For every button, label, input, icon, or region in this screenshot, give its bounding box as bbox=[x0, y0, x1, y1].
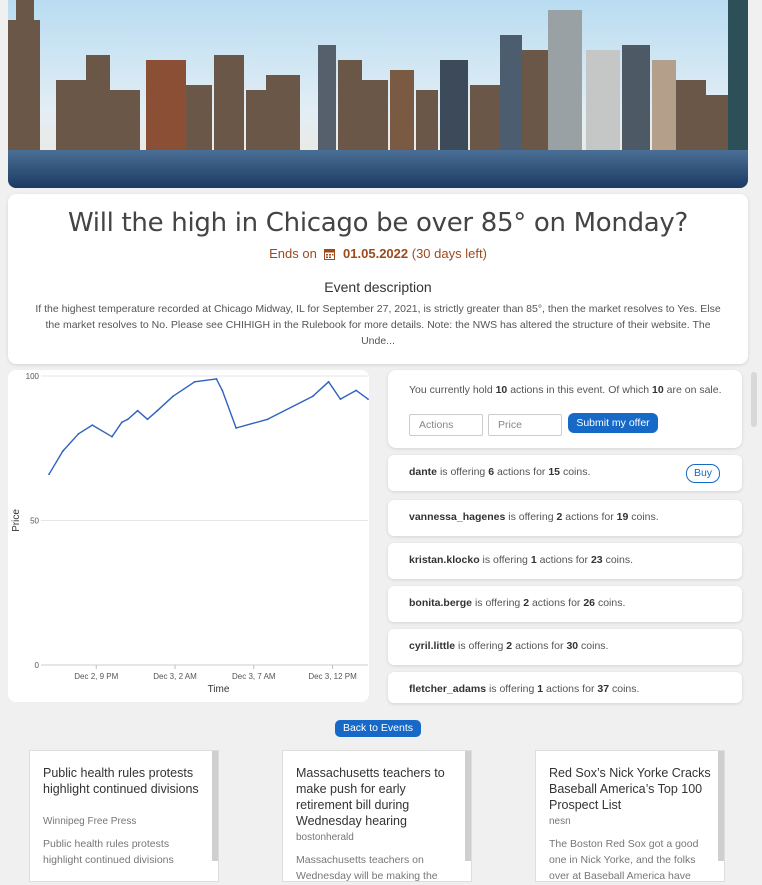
chart-data-point bbox=[367, 398, 369, 401]
news-title[interactable]: Public health rules protests highlight c… bbox=[43, 765, 208, 797]
chart-data-point bbox=[172, 395, 174, 398]
buy-button[interactable]: Buy bbox=[686, 464, 720, 483]
offer-text: bonita.berge is offering 2 actions for 2… bbox=[409, 597, 626, 609]
news-snippet: The Boston Red Sox got a good one in Nic… bbox=[549, 838, 699, 882]
offer-row: bonita.berge is offering 2 actions for 2… bbox=[388, 586, 742, 622]
holding-card: You currently hold 10 actions in this ev… bbox=[388, 370, 742, 448]
news-source: Winnipeg Free Press bbox=[43, 816, 137, 827]
chart-data-point bbox=[235, 427, 237, 429]
chart-data-point bbox=[355, 389, 358, 392]
offer-row: dante is offering 6 actions for 15 coins… bbox=[388, 455, 742, 491]
event-title: Will the high in Chicago be over 85° on … bbox=[67, 208, 689, 238]
chart-series-line bbox=[48, 378, 369, 475]
offer-qty: 1 bbox=[530, 554, 537, 566]
chart-data-point bbox=[126, 418, 129, 421]
offer-qty: 2 bbox=[506, 640, 513, 652]
event-end-date: Ends on 01.05.2022 (30 days left) bbox=[8, 246, 748, 263]
chart-data-point bbox=[193, 380, 196, 383]
chart-data-point bbox=[136, 409, 139, 412]
offer-text: kristan.klocko is offering 1 actions for… bbox=[409, 554, 633, 566]
holding-count: 10 bbox=[495, 384, 508, 396]
news-card[interactable]: Red Sox’s Nick Yorke Cracks Baseball Ame… bbox=[535, 750, 725, 882]
news-snippet: Public health rules protests highlight c… bbox=[43, 838, 174, 866]
on-sale-count: 10 bbox=[652, 384, 664, 396]
chart-y-tick-label: 0 bbox=[35, 661, 40, 670]
offer-text: vannessa_hagenes is offering 2 actions f… bbox=[409, 511, 659, 523]
chart-data-point bbox=[111, 435, 113, 438]
ends-prefix: Ends on bbox=[269, 246, 317, 261]
offer-price: 15 bbox=[548, 466, 561, 478]
price-input[interactable]: Price bbox=[488, 414, 562, 436]
news-title[interactable]: Red Sox’s Nick Yorke Cracks Baseball Ame… bbox=[549, 765, 714, 813]
offer-price: 23 bbox=[590, 554, 603, 566]
chart-data-point bbox=[215, 377, 218, 380]
offer-text: fletcher_adams is offering 1 actions for… bbox=[409, 683, 640, 695]
chart-data-point bbox=[327, 380, 330, 383]
chart-x-axis-label: Time bbox=[208, 684, 230, 695]
news-source: bostonherald bbox=[296, 832, 354, 843]
event-description: If the highest temperature recorded at C… bbox=[35, 303, 721, 347]
actions-input[interactable]: Actions bbox=[409, 414, 483, 436]
news-scrollbar[interactable] bbox=[465, 751, 471, 861]
chart-x-tick-label: Dec 3, 2 AM bbox=[153, 672, 197, 681]
chart-x-tick-label: Dec 2, 9 PM bbox=[74, 672, 118, 681]
offer-row: cyril.little is offering 2 actions for 3… bbox=[388, 629, 742, 665]
chart-data-point bbox=[156, 409, 159, 412]
holding-text: You currently hold 10 actions in this ev… bbox=[409, 384, 722, 396]
offer-row: vannessa_hagenes is offering 2 actions f… bbox=[388, 500, 742, 536]
offer-qty: 2 bbox=[556, 511, 563, 523]
offer-text: dante is offering 6 actions for 15 coins… bbox=[409, 466, 591, 478]
news-snippet: Massachusetts teachers on Wednesday will… bbox=[296, 854, 438, 882]
submit-offer-button[interactable]: Submit my offer bbox=[568, 413, 658, 433]
chart-data-point bbox=[311, 395, 314, 398]
offer-price: 26 bbox=[583, 597, 596, 609]
chart-y-axis-label: Price bbox=[11, 509, 22, 532]
price-chart: 0 50 100 Dec 2, 9 PM Dec 3, 2 AM Dec 3, 7 AM D… bbox=[8, 370, 369, 702]
news-title[interactable]: Massachusetts teachers to make push for … bbox=[296, 765, 461, 829]
chart-x-tick-label: Dec 3, 7 AM bbox=[232, 672, 276, 681]
offer-user: fletcher_adams bbox=[409, 683, 487, 695]
chart-data-point bbox=[146, 418, 149, 421]
page-scrollbar[interactable] bbox=[751, 372, 757, 427]
chart-y-tick-label: 100 bbox=[26, 372, 40, 381]
chart-x-tick-label: Dec 3, 12 PM bbox=[308, 672, 357, 681]
offer-price: 30 bbox=[566, 640, 579, 652]
news-scrollbar[interactable] bbox=[212, 751, 218, 861]
ends-date: 01.05.2022 bbox=[343, 246, 409, 261]
chart-data-point bbox=[120, 421, 123, 424]
chart-data-point bbox=[221, 389, 224, 392]
offer-price: 37 bbox=[597, 683, 610, 695]
price-chart-svg: 0 50 100 Dec 2, 9 PM Dec 3, 2 AM Dec 3, 7 AM D… bbox=[11, 372, 369, 695]
chart-data-point bbox=[339, 398, 342, 401]
chart-data-point bbox=[266, 418, 269, 421]
ends-remaining: (30 days left) bbox=[411, 246, 487, 261]
hero-image-chicago-skyline bbox=[8, 0, 748, 188]
calendar-icon bbox=[324, 248, 336, 263]
news-source: nesn bbox=[549, 816, 571, 827]
offer-qty: 6 bbox=[488, 466, 495, 478]
offer-row: kristan.klocko is offering 1 actions for… bbox=[388, 543, 742, 579]
chart-data-point bbox=[91, 424, 94, 427]
news-card[interactable]: Public health rules protests highlight c… bbox=[29, 750, 219, 882]
offer-qty: 2 bbox=[523, 597, 530, 609]
chart-data-point bbox=[48, 473, 50, 476]
offer-row: fletcher_adams is offering 1 actions for… bbox=[388, 672, 742, 703]
offer-user: dante bbox=[409, 466, 438, 478]
offer-user: vannessa_hagenes bbox=[409, 511, 506, 523]
offer-user: kristan.klocko bbox=[409, 554, 480, 566]
description-title: Event description bbox=[324, 279, 432, 295]
news-scrollbar[interactable] bbox=[718, 751, 724, 861]
offer-user: bonita.berge bbox=[409, 597, 473, 609]
back-to-events-button[interactable]: Back to Events bbox=[335, 720, 421, 737]
offer-price: 19 bbox=[616, 511, 629, 523]
chart-data-point bbox=[61, 450, 64, 453]
offer-user: cyril.little bbox=[409, 640, 456, 652]
offer-qty: 1 bbox=[537, 683, 544, 695]
offer-text: cyril.little is offering 2 actions for 3… bbox=[409, 640, 609, 652]
chart-data-point bbox=[77, 432, 80, 435]
chart-y-tick-label: 50 bbox=[30, 517, 39, 526]
event-card: Will the high in Chicago be over 85° on … bbox=[8, 194, 748, 364]
news-card[interactable]: Massachusetts teachers to make push for … bbox=[282, 750, 472, 882]
